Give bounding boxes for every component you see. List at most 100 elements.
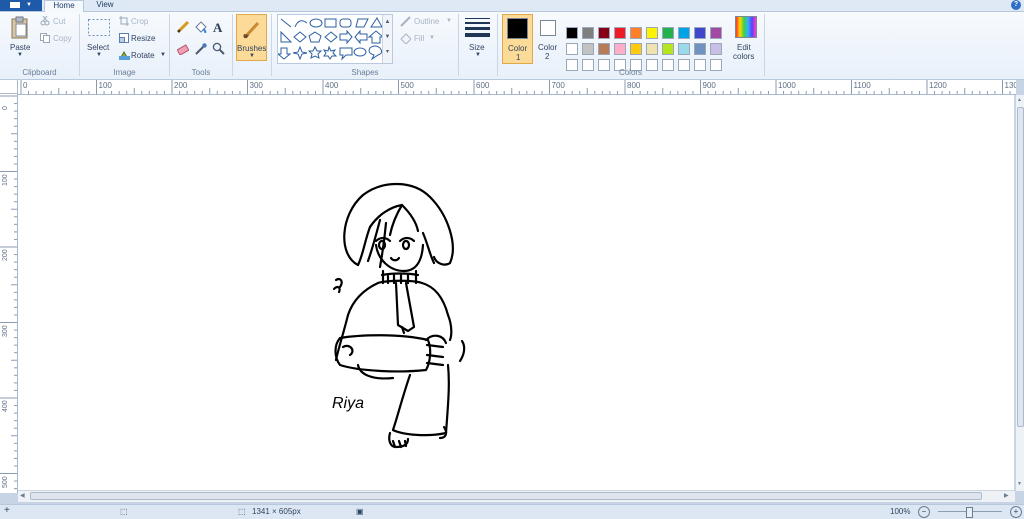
scroll-up-icon[interactable]: ▲ (1017, 97, 1022, 103)
divider (458, 14, 459, 76)
palette-swatch[interactable] (566, 43, 578, 55)
vertical-ruler: 0 100 200 300 400 500 (0, 94, 18, 493)
outline-icon (400, 16, 411, 27)
crop-icon (119, 16, 129, 26)
palette-swatch[interactable] (710, 43, 722, 55)
zoom-slider-thumb[interactable] (966, 507, 973, 518)
ribbon-tab-bar: ▼ Home View ? (0, 0, 1024, 12)
pencil-icon[interactable] (177, 21, 189, 33)
brush-icon (243, 21, 260, 39)
edit-colors-button[interactable]: Edit colors (731, 16, 761, 64)
cursor-position-icon: + (4, 505, 10, 516)
palette-swatch[interactable] (566, 27, 578, 39)
ruler-label: 100 (2, 173, 9, 186)
eraser-icon[interactable] (177, 43, 189, 55)
ruler-label: 900 (702, 81, 716, 90)
divider (764, 14, 765, 76)
divider (79, 14, 80, 76)
signature-text: Riya (332, 395, 364, 412)
vertical-scroll-thumb[interactable] (1017, 107, 1024, 427)
palette-swatch[interactable] (614, 43, 626, 55)
ruler-corner (0, 80, 18, 94)
ruler-label: 300 (249, 81, 263, 90)
vertical-scrollbar[interactable]: ▲ ▼ (1015, 95, 1024, 491)
palette-swatch[interactable] (678, 43, 690, 55)
palette-swatch[interactable] (662, 43, 674, 55)
palette-swatch[interactable] (630, 43, 642, 55)
file-menu-button[interactable]: ▼ (0, 0, 42, 11)
palette-swatch[interactable] (598, 43, 610, 55)
shapes-gallery[interactable]: ▲ ▼ ▾ (276, 14, 393, 64)
palette-swatch[interactable] (694, 27, 706, 39)
palette-swatch[interactable] (598, 27, 610, 39)
rotate-icon (119, 50, 130, 60)
palette-swatch[interactable] (694, 43, 706, 55)
outline-chevron-icon[interactable]: ▼ (446, 18, 452, 24)
palette-swatch[interactable] (630, 27, 642, 39)
divider (497, 14, 498, 76)
outline-button[interactable]: Outline (414, 17, 439, 26)
rotate-chevron-icon[interactable]: ▼ (160, 52, 166, 58)
tab-view[interactable]: View (88, 0, 122, 11)
scroll-down-icon[interactable]: ▼ (1017, 481, 1022, 487)
select-chevron-icon[interactable]: ▼ (96, 52, 102, 58)
ruler-label: 1100 (853, 81, 871, 90)
palette-swatch[interactable] (582, 27, 594, 39)
help-icon[interactable]: ? (1011, 0, 1021, 10)
drawing-canvas[interactable]: Riya (18, 95, 1014, 490)
palette-swatch[interactable] (710, 27, 722, 39)
edit-colors-icon (735, 16, 757, 38)
image-size-text: 1341 × 605px (252, 507, 301, 516)
scroll-right-icon[interactable]: ▶ (1004, 492, 1009, 499)
status-bar: + ⬚ ⬚ 1341 × 605px ▣ 100% − + (0, 504, 1024, 519)
ruler-label: 500 (400, 81, 414, 90)
palette-swatch[interactable] (678, 27, 690, 39)
ruler-label: 200 (2, 249, 9, 261)
cut-button[interactable]: Cut (53, 17, 65, 26)
edit-colors-label-2: colors (733, 52, 755, 61)
shapes-scroll-arrows[interactable]: ▲ ▼ ▾ (382, 15, 392, 63)
colors-group-label: Colors (618, 68, 643, 77)
zoom-out-icon[interactable]: − (918, 506, 930, 518)
copy-button[interactable]: Copy (53, 34, 72, 43)
fill-bucket-icon[interactable] (194, 21, 207, 33)
color1-swatch (507, 18, 528, 39)
fill-chevron-icon[interactable]: ▼ (429, 35, 435, 41)
divider (271, 14, 272, 76)
paste-icon (11, 16, 28, 39)
size-chevron-icon[interactable]: ▼ (475, 52, 481, 58)
size-icon (465, 18, 490, 37)
paste-chevron-icon[interactable]: ▼ (17, 52, 23, 58)
color-picker-icon[interactable] (195, 43, 207, 55)
ruler-label: 700 (551, 81, 565, 90)
horizontal-scrollbar[interactable]: ◀ ▶ (18, 490, 1015, 502)
ruler-label: 800 (627, 81, 641, 90)
zoom-in-icon[interactable]: + (1010, 506, 1022, 518)
crop-button[interactable]: Crop (131, 17, 148, 26)
palette-swatch[interactable] (646, 27, 658, 39)
color1-button[interactable]: Color 1 (502, 14, 533, 64)
paste-button[interactable]: Paste (10, 43, 30, 52)
tab-home[interactable]: Home (44, 0, 84, 12)
size-button[interactable]: Size (469, 43, 485, 52)
rotate-button[interactable]: Rotate (131, 51, 155, 60)
scroll-left-icon[interactable]: ◀ (20, 492, 25, 499)
ruler-label: 0 (2, 106, 9, 110)
color2-button[interactable]: Color 2 (535, 14, 563, 64)
tools-group-label: Tools (191, 68, 211, 77)
select-button[interactable]: Select (87, 43, 109, 52)
color1-label: Color (508, 44, 528, 53)
brushes-button[interactable]: Brushes ▼ (236, 14, 267, 61)
horizontal-scroll-thumb[interactable] (30, 492, 982, 500)
fill-button[interactable]: Fill (414, 34, 424, 43)
palette-swatch[interactable] (582, 43, 594, 55)
select-icon (88, 19, 110, 36)
magnifier-icon[interactable] (212, 42, 225, 55)
palette-swatch[interactable] (614, 27, 626, 39)
text-tool-icon[interactable]: A (213, 20, 222, 36)
resize-button[interactable]: Resize (131, 34, 155, 43)
selection-size-icon: ⬚ (120, 507, 128, 516)
shapes-icon-grid[interactable] (276, 15, 385, 63)
palette-swatch[interactable] (662, 27, 674, 39)
palette-swatch[interactable] (646, 43, 658, 55)
